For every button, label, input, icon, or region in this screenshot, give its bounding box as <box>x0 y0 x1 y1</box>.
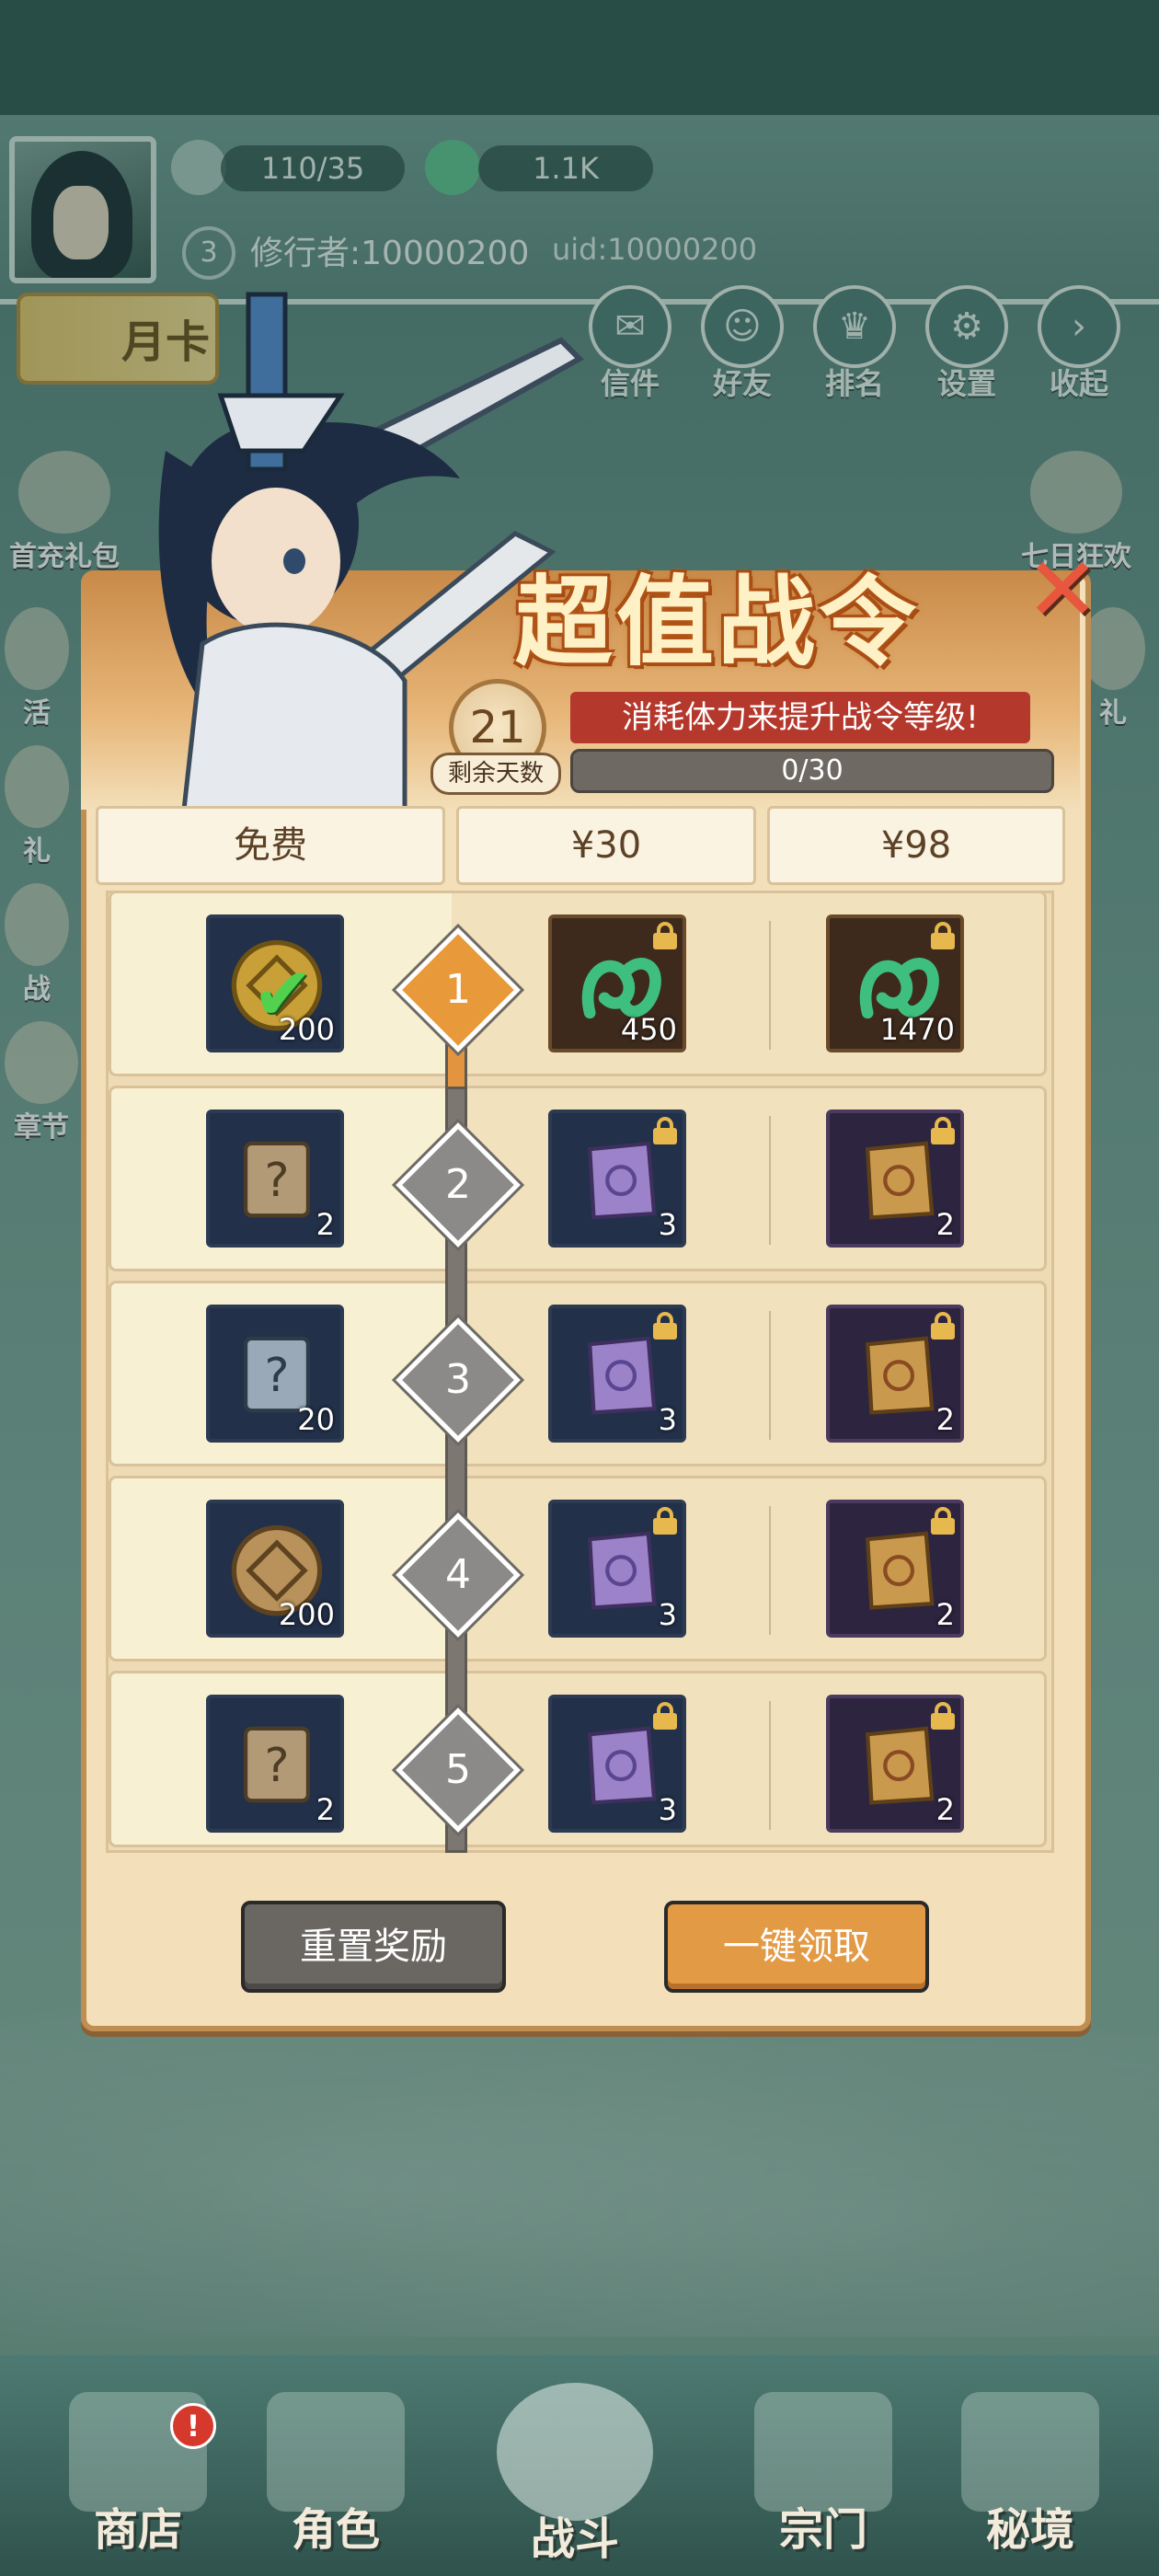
nav-sect[interactable]: 宗门 <box>740 2392 906 2576</box>
lock-icon <box>931 1507 955 1535</box>
item-quantity: 2 <box>316 1792 335 1827</box>
column-header-free: 免费 <box>96 806 445 885</box>
lock-icon <box>931 1117 955 1144</box>
panel-title: 超值战令 <box>515 564 920 679</box>
crossed-swords-icon <box>497 2383 653 2521</box>
tier98-reward-gold-scroll[interactable]: 2 <box>826 1110 964 1248</box>
nav-character-label: 角色 <box>291 2504 380 2556</box>
reset-rewards-button[interactable]: 重置奖励 <box>241 1901 506 1993</box>
lock-icon <box>931 1702 955 1730</box>
item-quantity: 3 <box>658 1597 677 1632</box>
column-header-tier30: ¥30 <box>456 806 756 885</box>
item-quantity: 3 <box>658 1792 677 1827</box>
tier30-reward-purple-scroll[interactable]: 3 <box>548 1695 686 1833</box>
lock-icon <box>653 1312 677 1340</box>
item-quantity: 1470 <box>879 1012 955 1047</box>
lock-icon <box>653 1507 677 1535</box>
item-quantity: 3 <box>658 1207 677 1242</box>
level-number: 5 <box>445 1746 471 1793</box>
level-number: 4 <box>445 1551 471 1598</box>
days-remaining-label: 剩余天数 <box>430 753 561 795</box>
pass-progress-bar: 0/30 <box>570 749 1054 793</box>
item-quantity: 2 <box>316 1207 335 1242</box>
level-number: 2 <box>445 1161 471 1208</box>
level-number: 1 <box>445 966 471 1013</box>
lock-icon <box>653 1117 677 1144</box>
nav-shop-label: 商店 <box>93 2504 182 2556</box>
item-quantity: 2 <box>935 1402 955 1437</box>
free-reward-coin[interactable]: 200 <box>206 1500 344 1638</box>
close-button[interactable]: ✕ <box>1021 546 1104 634</box>
item-quantity: 450 <box>620 1012 677 1047</box>
lock-icon <box>931 1312 955 1340</box>
mystery-scroll-icon: ? <box>243 1726 311 1803</box>
level-number: 3 <box>445 1356 471 1403</box>
item-quantity: 2 <box>935 1792 955 1827</box>
free-reward-mystery-scroll[interactable]: ? 2 <box>206 1695 344 1833</box>
tier30-reward-jade[interactable]: 450 <box>548 914 686 1052</box>
column-header-tier98: ¥98 <box>767 806 1065 885</box>
tier30-reward-purple-scroll[interactable]: 3 <box>548 1305 686 1443</box>
mystery-scroll-icon: ? <box>243 1141 311 1218</box>
svg-text:?: ? <box>265 1738 290 1792</box>
tier30-reward-purple-scroll[interactable]: 3 <box>548 1110 686 1248</box>
free-reward-mystery-scroll[interactable]: ? 2 <box>206 1110 344 1248</box>
tier98-reward-jade[interactable]: 1470 <box>826 914 964 1052</box>
svg-text:?: ? <box>265 1348 290 1402</box>
tier30-reward-purple-scroll[interactable]: 3 <box>548 1500 686 1638</box>
item-quantity: 2 <box>935 1597 955 1632</box>
lock-icon <box>653 1702 677 1730</box>
nav-character[interactable]: 角色 <box>253 2392 419 2576</box>
item-quantity: 3 <box>658 1402 677 1437</box>
item-quantity: 200 <box>278 1012 335 1047</box>
nav-sect-label: 宗门 <box>778 2504 867 2556</box>
nav-secret-realm-label: 秘境 <box>985 2504 1074 2556</box>
item-quantity: 2 <box>935 1207 955 1242</box>
tier98-reward-gold-scroll[interactable]: 2 <box>826 1500 964 1638</box>
nav-battle-label: 战斗 <box>530 2513 619 2565</box>
tier98-reward-gold-scroll[interactable]: 2 <box>826 1305 964 1443</box>
nav-secret-realm[interactable]: 秘境 <box>947 2392 1113 2576</box>
claim-all-button[interactable]: 一键领取 <box>664 1901 929 1993</box>
lock-icon <box>653 922 677 949</box>
tier98-reward-gold-scroll[interactable]: 2 <box>826 1695 964 1833</box>
pass-progress-text: 0/30 <box>781 754 843 787</box>
shop-alert-badge: ! <box>170 2403 216 2449</box>
panel-subtitle: 消耗体力来提升战令等级! <box>570 692 1030 743</box>
svg-text:?: ? <box>265 1153 290 1207</box>
item-quantity: 20 <box>297 1402 335 1437</box>
lock-icon <box>931 922 955 949</box>
free-reward-blue-mystery-scroll[interactable]: ? 20 <box>206 1305 344 1443</box>
free-reward-coin-claimed[interactable]: ✔ 200 <box>206 914 344 1052</box>
nav-battle[interactable]: 战斗 <box>492 2383 658 2567</box>
item-quantity: 200 <box>278 1597 335 1632</box>
